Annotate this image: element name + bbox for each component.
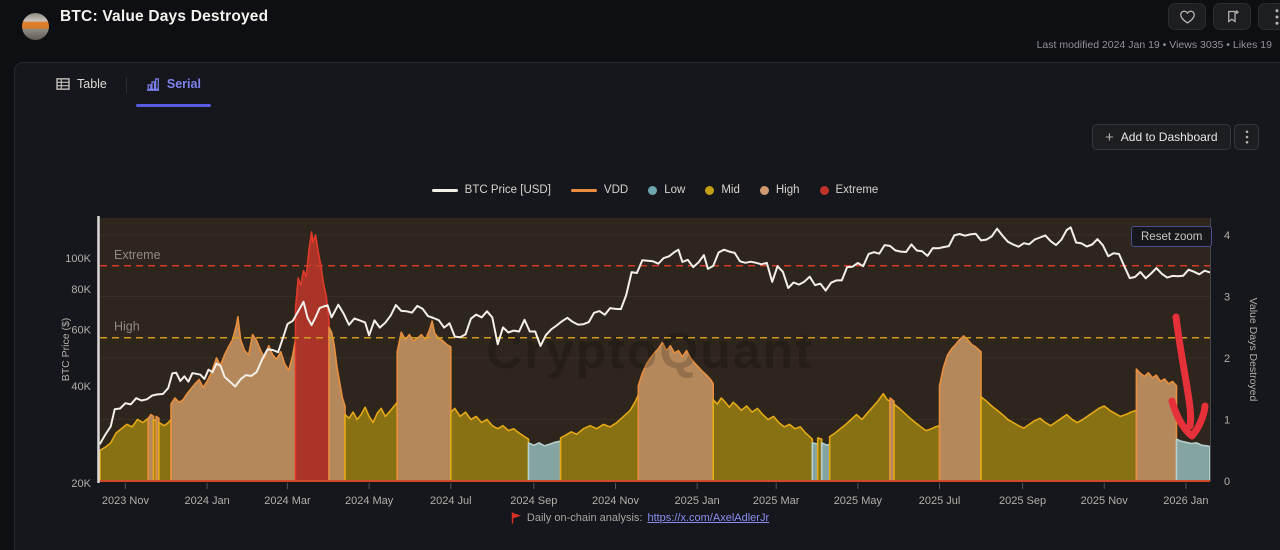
- reset-zoom-button[interactable]: Reset zoom: [1131, 226, 1212, 247]
- left-axis-title: BTC Price ($): [60, 318, 72, 382]
- tab-separator: [126, 77, 127, 93]
- vdd-area-low: [822, 443, 830, 481]
- x-tick-label: 2025 Jul: [919, 495, 961, 507]
- left-tick-label: 40K: [71, 381, 91, 393]
- x-tick-label: 2024 Jan: [184, 495, 229, 507]
- chart-more-button[interactable]: [1234, 124, 1259, 150]
- threshold-label-extreme: Extreme: [114, 248, 161, 262]
- x-tick-label: 2025 May: [834, 495, 883, 507]
- right-tick-label: 3: [1224, 292, 1230, 304]
- x-tick-label: 2025 Nov: [1081, 495, 1129, 507]
- bookmark-add-button[interactable]: [1213, 3, 1251, 30]
- x-tick-label: 2023 Nov: [102, 495, 150, 507]
- meta-info: Last modified 2024 Jan 19 • Views 3035 •…: [1037, 39, 1272, 51]
- x-tick-label: 2024 May: [345, 495, 394, 507]
- vdd-area-high: [1136, 369, 1176, 481]
- vdd-area-high: [148, 415, 153, 481]
- x-tick-label: 2025 Mar: [753, 495, 800, 507]
- heart-icon: [1180, 10, 1195, 24]
- plus-icon: +: [1105, 130, 1114, 145]
- right-tick-label: 1: [1224, 415, 1230, 427]
- left-tick-label: 80K: [71, 284, 91, 296]
- page-title: BTC: Value Days Destroyed: [60, 8, 268, 26]
- red-flag-icon: [511, 512, 522, 524]
- threshold-label-high: High: [114, 320, 140, 334]
- add-to-dashboard-button[interactable]: + Add to Dashboard: [1092, 124, 1231, 150]
- x-tick-label: 2024 Jul: [430, 495, 472, 507]
- right-axis-title: Value Days Destroyed: [1247, 298, 1259, 402]
- vdd-chart: CryptoQuantExtremeHigh20K40K60K80K100K01…: [0, 170, 1280, 550]
- tab-bar: Table Serial: [52, 70, 205, 104]
- author-avatar[interactable]: [22, 13, 49, 40]
- right-tick-label: 2: [1224, 353, 1230, 365]
- bookmark-add-icon: [1225, 9, 1240, 24]
- footnote-link[interactable]: https://x.com/AxelAdlerJr: [647, 512, 769, 524]
- header-actions: [1168, 3, 1280, 30]
- x-tick-label: 2026 Jan: [1163, 495, 1208, 507]
- right-tick-label: 4: [1224, 230, 1230, 242]
- header-more-button[interactable]: [1258, 3, 1280, 30]
- table-icon: [56, 78, 70, 90]
- vdd-area-low: [529, 441, 561, 481]
- kebab-menu-icon: [1275, 9, 1279, 25]
- x-tick-label: 2025 Sep: [999, 495, 1046, 507]
- x-tick-label: 2024 Sep: [510, 495, 557, 507]
- like-button[interactable]: [1168, 3, 1206, 30]
- chart-footnote: Daily on-chain analysis: https://x.com/A…: [0, 512, 1280, 524]
- right-tick-label: 0: [1224, 476, 1230, 488]
- left-tick-label: 100K: [65, 253, 91, 265]
- tab-table[interactable]: Table: [52, 77, 111, 97]
- kebab-menu-icon: [1245, 130, 1249, 144]
- tab-serial-label: Serial: [167, 77, 201, 91]
- x-tick-label: 2024 Nov: [592, 495, 640, 507]
- tab-table-label: Table: [77, 77, 107, 91]
- x-tick-label: 2024 Mar: [264, 495, 311, 507]
- footnote-text: Daily on-chain analysis:: [527, 512, 643, 524]
- vdd-area-high: [397, 321, 451, 481]
- add-to-dashboard-label: Add to Dashboard: [1121, 130, 1218, 144]
- vdd-area-mid: [159, 420, 171, 482]
- vdd-area-low: [812, 443, 817, 481]
- bar-chart-icon: [146, 78, 160, 91]
- page: { "header": { "title": "BTC: Value Days …: [0, 0, 1280, 550]
- left-tick-label: 20K: [71, 478, 91, 490]
- tab-serial[interactable]: Serial: [142, 77, 205, 97]
- x-tick-label: 2025 Jan: [675, 495, 720, 507]
- left-tick-label: 60K: [71, 324, 91, 336]
